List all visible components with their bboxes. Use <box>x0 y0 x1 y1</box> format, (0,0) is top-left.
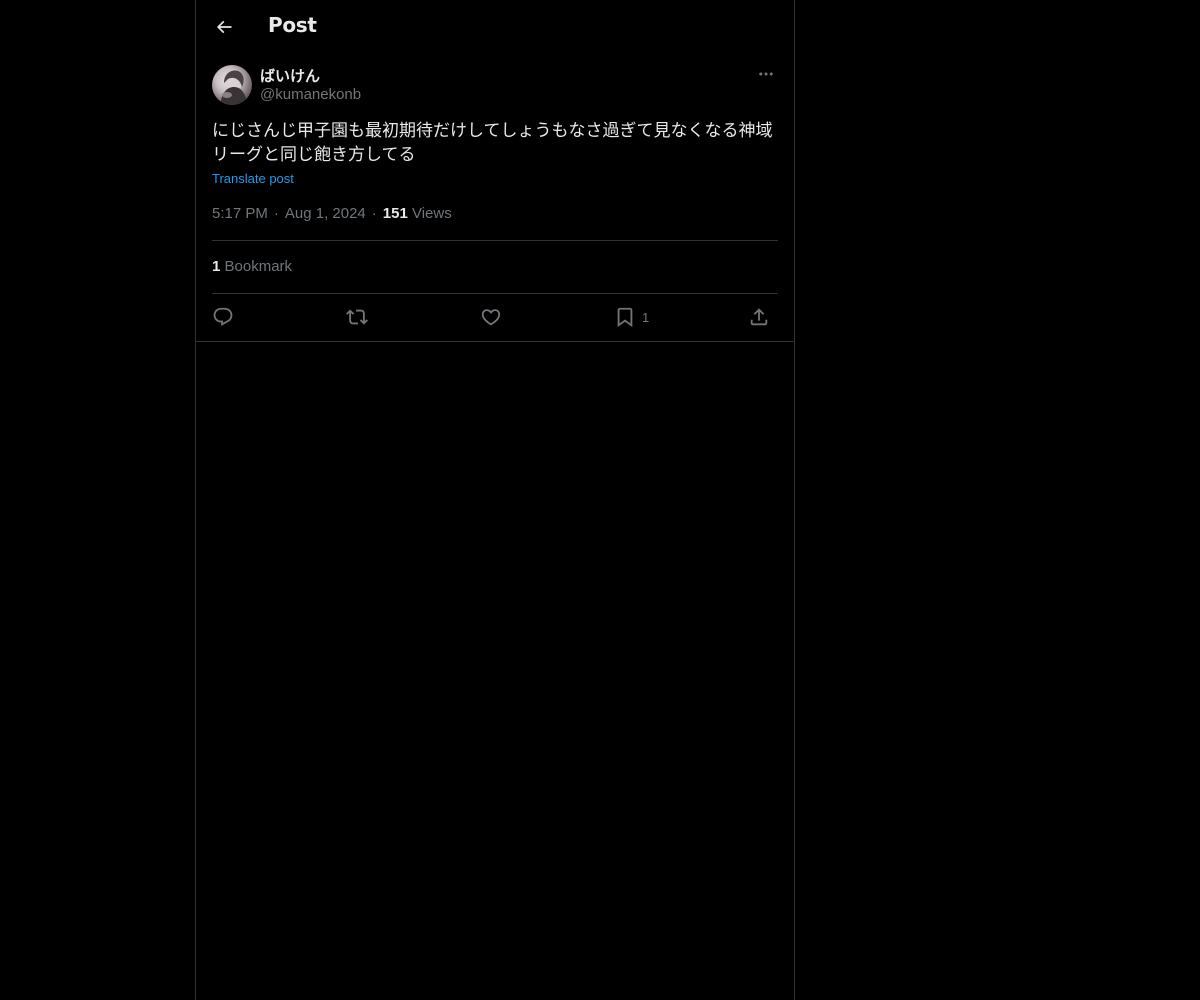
share-button[interactable] <box>748 303 770 331</box>
avatar-photo <box>220 70 248 105</box>
divider <box>212 240 778 241</box>
bookmarks-stat[interactable]: 1 Bookmark <box>212 258 292 275</box>
back-button[interactable] <box>208 11 240 43</box>
post-text: にじさんじ甲子園も最初期待だけしてしょうもなさ過ぎて見なくなる神域リーグと同じ飽… <box>212 121 773 165</box>
views-count: 151 <box>382 205 408 222</box>
divider <box>212 293 778 294</box>
reply-button[interactable] <box>212 303 234 331</box>
arrow-left-icon <box>216 20 232 34</box>
avatar[interactable] <box>212 65 252 105</box>
heart-icon <box>481 309 501 326</box>
post-metadata: 5:17 PM · Aug 1, 2024 · 151 Views <box>212 205 452 222</box>
bookmark-button[interactable]: 1 <box>614 303 649 331</box>
ellipsis-icon <box>759 72 773 76</box>
post-time[interactable]: 5:17 PM <box>212 205 268 222</box>
repost-button[interactable] <box>346 303 368 331</box>
post-date[interactable]: Aug 1, 2024 <box>285 205 366 222</box>
post-author-row: ばいけん @kumanekonb <box>212 64 778 108</box>
page-title: Post <box>268 13 317 37</box>
meta-separator: · <box>273 205 279 222</box>
repost-icon <box>346 309 368 325</box>
bookmark-stat-label: Bookmark <box>224 258 293 275</box>
main-column: Post ばいけん @kumanekonb にじさんじ甲子園も最初期待だけしてし… <box>195 0 795 1000</box>
bookmark-count: 1 <box>642 309 650 325</box>
like-button[interactable] <box>480 303 502 331</box>
translate-post-link[interactable]: Translate post <box>212 171 294 186</box>
meta-separator: · <box>371 205 377 222</box>
more-options-button[interactable] <box>754 64 778 84</box>
author-display-name[interactable]: ばいけん <box>260 65 320 86</box>
top-bar: Post <box>196 0 794 53</box>
author-handle[interactable]: @kumanekonb <box>260 86 361 103</box>
reply-icon <box>213 307 233 326</box>
views-label: Views <box>411 205 452 222</box>
post-bottom-border <box>196 341 794 342</box>
bookmark-icon <box>617 307 633 328</box>
share-icon <box>750 308 768 326</box>
action-bar: 1 <box>212 303 778 333</box>
bookmark-stat-count: 1 <box>212 258 221 275</box>
